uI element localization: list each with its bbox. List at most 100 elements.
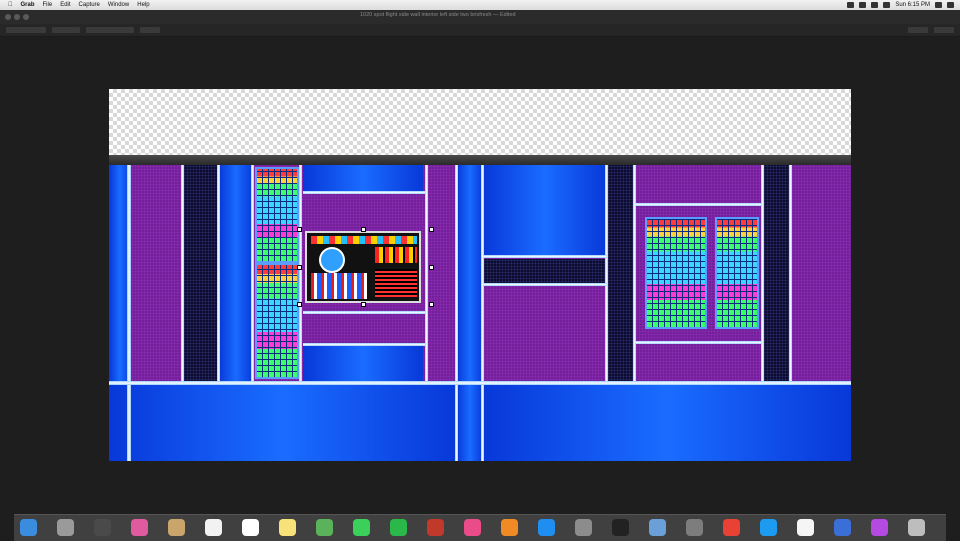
rail-vertical [217,165,220,381]
wall-blue-panel [219,165,253,381]
search-icon[interactable] [935,2,942,8]
itunes-icon[interactable] [464,519,481,536]
window-title: 1020 spot flight side wall interior left… [360,12,516,18]
wall-blue-panel [303,345,423,381]
notification-center-icon[interactable] [947,2,954,8]
led-grid-panel [255,263,299,379]
rail-vertical [481,165,484,461]
apple-icon[interactable]:  [8,2,13,8]
wall-bottom-band [109,383,457,461]
wall-image [109,165,851,461]
menu-bar:  Grab File Edit Capture Window Help Sun… [0,0,960,10]
mission-control-icon[interactable] [94,519,111,536]
selection-handle[interactable] [361,227,366,232]
launchpad-icon[interactable] [57,519,74,536]
image-canvas[interactable] [109,89,851,461]
wall-blue-panel [483,165,607,255]
rail-vertical [789,165,792,381]
rail-vertical [761,165,764,381]
wifi-icon[interactable] [859,2,867,8]
toolbar-control-3[interactable] [86,27,134,33]
maps-icon[interactable] [316,519,333,536]
wall-dark-panel [607,165,635,381]
battery-icon[interactable] [883,2,891,8]
wall-dark-panel [183,165,219,381]
control-console-panel[interactable] [305,231,421,303]
console-led-bank [375,247,417,263]
rail-horizontal [109,381,851,385]
zoom-window-button[interactable] [23,14,29,20]
textedit-icon[interactable] [797,519,814,536]
preview-icon[interactable] [649,519,666,536]
selection-handle[interactable] [297,227,302,232]
rail-vertical [633,165,636,381]
terminal-icon[interactable] [612,519,629,536]
toolbar-action-1[interactable] [908,27,928,33]
console-triangle-strip [311,236,417,244]
menu-clock[interactable]: Sun 6:15 PM [895,2,930,8]
wall-dark-panel [483,259,607,283]
console-radar-icon [319,247,345,273]
app-store-icon[interactable] [538,519,555,536]
rail-horizontal [635,341,761,344]
toolbar-control-2[interactable] [52,27,80,33]
contacts-icon[interactable] [168,519,185,536]
xcode-icon[interactable] [834,519,851,536]
dock [14,514,946,541]
facetime-icon[interactable] [390,519,407,536]
finder-icon[interactable] [20,519,37,536]
menu-help[interactable]: Help [137,2,149,8]
selection-handle[interactable] [361,302,366,307]
toolbar-control-1[interactable] [6,27,46,33]
photo-booth-icon[interactable] [427,519,444,536]
rail-horizontal [303,343,425,346]
dropbox-icon[interactable] [847,2,855,8]
rail-horizontal [483,283,607,286]
rail-vertical [181,165,184,381]
trash-icon[interactable] [908,519,925,536]
menu-file[interactable]: File [43,2,53,8]
console-slider-bank [311,273,367,299]
rail-vertical [251,165,254,381]
wall-bottom-band [483,383,851,461]
selection-handle[interactable] [297,265,302,270]
rail-vertical [425,165,428,381]
rail-horizontal [303,311,425,314]
menu-window[interactable]: Window [108,2,129,8]
close-window-button[interactable] [5,14,11,20]
selection-handle[interactable] [429,227,434,232]
system-preferences-icon[interactable] [575,519,592,536]
messages-icon[interactable] [353,519,370,536]
notes-icon[interactable] [279,519,296,536]
grab-icon[interactable] [686,519,703,536]
wall-purple-panel [427,165,457,381]
utility-icon[interactable] [871,519,888,536]
led-grid-panel [715,217,759,329]
photos-icon[interactable] [131,519,148,536]
chrome-icon[interactable] [723,519,740,536]
wall-purple-panel [791,165,851,381]
ibooks-icon[interactable] [501,519,518,536]
volume-icon[interactable] [871,2,879,8]
menu-capture[interactable]: Capture [79,2,100,8]
menu-edit[interactable]: Edit [60,2,70,8]
selection-handle[interactable] [429,302,434,307]
led-grid-panel [255,167,299,263]
toolbar-action-2[interactable] [934,27,954,33]
minimize-window-button[interactable] [14,14,20,20]
safari-icon[interactable] [760,519,777,536]
rail-horizontal [483,255,607,258]
selection-handle[interactable] [429,265,434,270]
window-toolbar [0,24,960,37]
rail-vertical [605,165,608,381]
wall-blue-panel [303,165,423,193]
window-title-bar: 1020 spot flight side wall interior left… [0,10,960,25]
selection-handle[interactable] [297,302,302,307]
reminders-icon[interactable] [242,519,259,536]
menu-app-name[interactable]: Grab [21,2,35,8]
calendar-icon[interactable] [205,519,222,536]
transparent-area [109,89,851,155]
rail-vertical [455,165,458,461]
wall-purple-panel [131,165,183,381]
toolbar-control-4[interactable] [140,27,160,33]
